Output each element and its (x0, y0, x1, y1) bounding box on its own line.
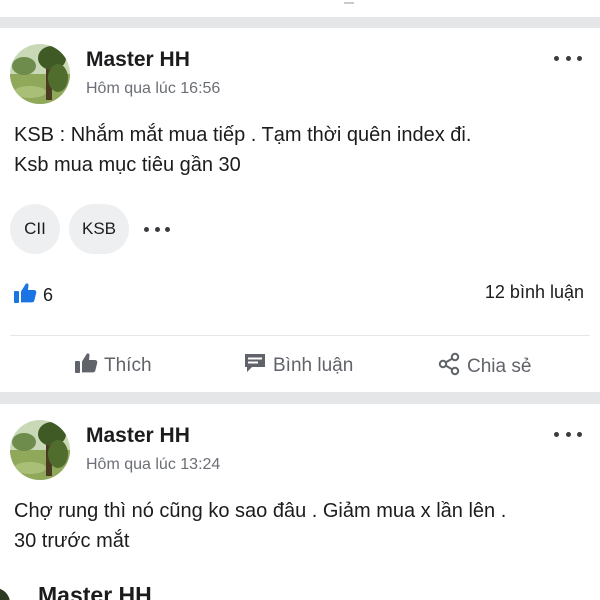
post-actions: Thích Bình luận Chia sẻ (0, 348, 600, 384)
author-name[interactable]: Master HH (86, 48, 190, 72)
feed-post: Master HH Hôm qua lúc 16:56 KSB : Nhắm m… (0, 28, 600, 392)
thumbs-up-icon (13, 282, 37, 309)
feed-separator (0, 392, 600, 404)
avatar[interactable] (10, 420, 70, 480)
like-count[interactable]: 6 (13, 282, 53, 309)
caret-icon (344, 0, 354, 4)
tag-cii[interactable]: CII (10, 204, 60, 254)
thumbs-up-icon (74, 352, 98, 380)
author-name[interactable]: Master HH (86, 424, 190, 448)
comment-bubble-icon (243, 352, 267, 380)
post-text: Chợ rung thì nó cũng ko sao đâu . Giảm m… (14, 496, 589, 556)
comment-count[interactable]: 12 bình luận (485, 282, 584, 303)
post-timestamp[interactable]: Hôm qua lúc 16:56 (86, 80, 220, 98)
feed-post: Master HH Hôm qua lúc 13:24 Chợ rung thì… (0, 404, 600, 600)
share-icon (437, 352, 461, 382)
like-button[interactable]: Thích (74, 352, 152, 380)
post-text: KSB : Nhắm mắt mua tiếp . Tạm thời quên … (14, 120, 589, 180)
comment-button[interactable]: Bình luận (243, 352, 353, 380)
post-text-line: KSB : Nhắm mắt mua tiếp . Tạm thời quên … (14, 124, 472, 146)
tag-ksb[interactable]: KSB (69, 204, 129, 254)
author-name[interactable]: Master HH (38, 582, 152, 600)
share-button-label: Chia sẻ (467, 356, 532, 377)
more-dots-icon[interactable] (554, 429, 582, 439)
previous-post-edge (0, 0, 600, 6)
post-text-line: Ksb mua mục tiêu gần 30 (14, 154, 241, 176)
divider (10, 335, 590, 336)
post-text-line: 30 trước mắt (14, 530, 130, 552)
like-button-label: Thích (104, 355, 152, 376)
more-dots-icon[interactable] (554, 53, 582, 63)
more-tags-icon[interactable] (144, 224, 170, 234)
comment-button-label: Bình luận (273, 355, 354, 376)
feed-separator (0, 17, 600, 28)
post-stats: 6 12 bình luận (0, 280, 600, 310)
stock-tags: CII KSB (10, 203, 170, 255)
feed-post: Master HH (0, 578, 600, 600)
post-text-line: Chợ rung thì nó cũng ko sao đâu . Giảm m… (14, 500, 507, 522)
avatar[interactable] (0, 588, 10, 600)
avatar[interactable] (10, 44, 70, 104)
like-count-value: 6 (43, 285, 54, 305)
share-button[interactable]: Chia sẻ (437, 352, 531, 382)
post-timestamp[interactable]: Hôm qua lúc 13:24 (86, 456, 220, 474)
